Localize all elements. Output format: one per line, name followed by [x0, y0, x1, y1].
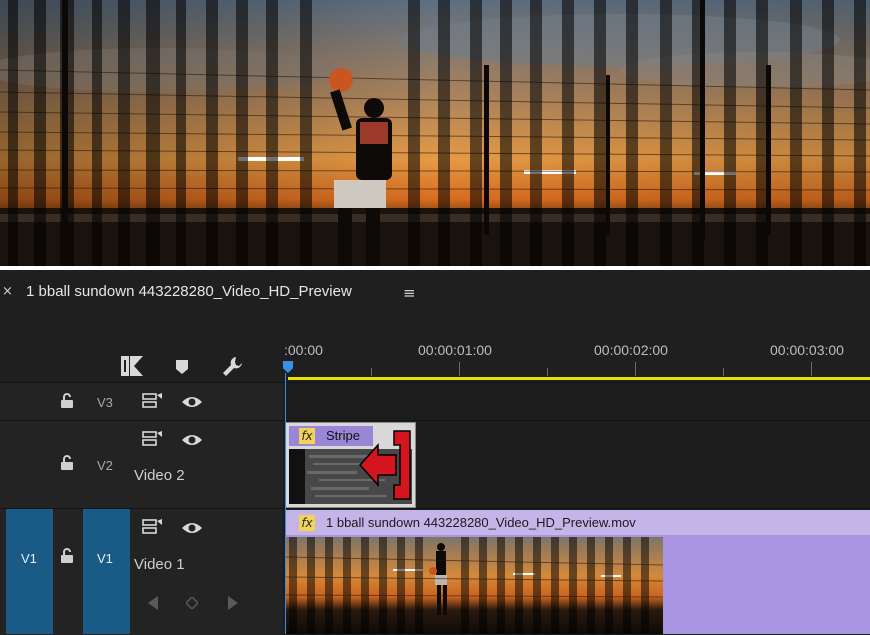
add-marker-icon[interactable] [176, 360, 188, 374]
lock-icon[interactable] [61, 548, 73, 563]
playhead-line[interactable] [285, 373, 286, 634]
ruler-tick [547, 368, 548, 376]
snap-insert-icon[interactable] [121, 356, 143, 376]
track-name-video-2[interactable]: Video 2 [134, 467, 185, 484]
add-keyframe-icon[interactable] [186, 597, 198, 609]
track-name-video-1[interactable]: Video 1 [134, 556, 185, 573]
track-label-v2[interactable]: V2 [97, 458, 113, 473]
source-patch-label: V1 [21, 551, 37, 566]
track-label-v1: V1 [97, 551, 113, 566]
sync-lock-icon[interactable] [142, 393, 162, 409]
ruler-tick [459, 362, 460, 376]
panel-menu-icon[interactable]: ≡ [403, 284, 416, 302]
timecode-label: 00:00:01:00 [418, 342, 492, 358]
wrench-settings-icon[interactable] [222, 355, 244, 377]
ruler-tick [723, 368, 724, 376]
work-area-bar[interactable] [288, 377, 870, 380]
stripe-clip-title: Stripe [326, 428, 360, 443]
main-clip-thumbnail [285, 537, 663, 634]
lock-icon[interactable] [61, 393, 73, 408]
ruler-tick [371, 368, 372, 376]
sync-lock-icon[interactable] [142, 519, 162, 535]
timecode-label: 00:00:02:00 [594, 342, 668, 358]
sequence-tab-title[interactable]: 1 bball sundown 443228280_Video_HD_Previ… [26, 283, 352, 300]
ruler-tick [635, 362, 636, 376]
program-monitor-frame [0, 0, 870, 266]
track-lane-v3[interactable] [283, 382, 870, 421]
lock-icon[interactable] [61, 455, 73, 470]
fx-badge: fx [299, 515, 315, 531]
track-target-v1[interactable]: V1 [83, 509, 130, 634]
video-frame-image [0, 0, 870, 266]
previous-keyframe-icon[interactable] [148, 596, 158, 610]
ruler-tick [811, 362, 812, 376]
eye-icon[interactable] [181, 433, 203, 447]
main-video-clip[interactable]: fx 1 bball sundown 443228280_Video_HD_Pr… [285, 510, 870, 634]
eye-icon[interactable] [181, 521, 203, 535]
fx-badge: fx [299, 428, 315, 444]
close-sequence-icon[interactable]: × [2, 284, 13, 299]
source-patch-v1[interactable]: V1 [6, 509, 53, 634]
track-label-v3[interactable]: V3 [97, 395, 113, 410]
stripe-clip[interactable]: fx Stripe [285, 422, 416, 508]
next-keyframe-icon[interactable] [228, 596, 238, 610]
red-arrow-annotation [358, 430, 411, 500]
eye-icon[interactable] [181, 395, 203, 409]
timecode-label: 00:00:03:00 [770, 342, 844, 358]
main-clip-title: 1 bball sundown 443228280_Video_HD_Previ… [326, 515, 636, 530]
sync-lock-icon[interactable] [142, 431, 162, 447]
timecode-label: :00:00 [284, 342, 323, 358]
